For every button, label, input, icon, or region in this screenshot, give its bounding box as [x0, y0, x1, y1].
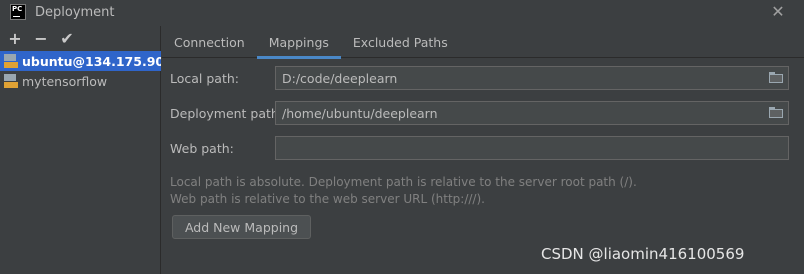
web-path-row: Web path:: [162, 136, 804, 162]
help-text-line2: Web path is relative to the web server U…: [170, 192, 485, 206]
window-title: Deployment: [35, 5, 115, 20]
add-new-mapping-button[interactable]: Add New Mapping: [172, 215, 311, 239]
server-toolbar: + − ✔: [0, 26, 161, 50]
server-item-label: ubuntu@134.175.90.123: [22, 53, 161, 69]
sftp-icon: [4, 54, 18, 68]
folder-icon[interactable]: [769, 72, 783, 83]
deployment-path-input[interactable]: [275, 101, 789, 125]
deployment-path-label: Deployment path:: [170, 106, 284, 121]
local-path-input[interactable]: [275, 66, 789, 90]
tab-mappings[interactable]: Mappings: [256, 26, 342, 59]
sftp-icon: [4, 74, 18, 88]
web-path-label: Web path:: [170, 141, 234, 156]
tab-connection[interactable]: Connection: [162, 26, 257, 58]
web-path-input[interactable]: [275, 136, 789, 160]
remove-server-button[interactable]: −: [32, 29, 50, 48]
local-path-label: Local path:: [170, 71, 240, 86]
server-item-ubuntu[interactable]: ubuntu@134.175.90.123: [0, 51, 161, 71]
title-bar: PC Deployment ✕: [0, 0, 804, 26]
server-item-label: mytensorflow: [22, 73, 108, 89]
watermark-text: CSDN @liaomin416100569: [541, 245, 745, 263]
folder-icon[interactable]: [769, 107, 783, 118]
deployment-path-row: Deployment path:: [162, 101, 804, 127]
server-list-pane: + − ✔ ubuntu@134.175.90.123 mytensorflow: [0, 26, 161, 274]
local-path-row: Local path:: [162, 66, 804, 92]
server-list: ubuntu@134.175.90.123 mytensorflow: [0, 51, 161, 91]
server-item-mytensorflow[interactable]: mytensorflow: [0, 71, 161, 91]
tab-excluded-paths[interactable]: Excluded Paths: [341, 26, 460, 58]
settings-pane: Connection Mappings Excluded Paths Local…: [162, 26, 804, 274]
set-default-button[interactable]: ✔: [58, 29, 76, 48]
add-server-button[interactable]: +: [6, 29, 24, 48]
pycharm-app-icon: PC: [10, 4, 26, 20]
help-text-line1: Local path is absolute. Deployment path …: [170, 175, 637, 189]
tab-bar: Connection Mappings Excluded Paths: [162, 26, 804, 59]
close-button[interactable]: ✕: [769, 3, 787, 21]
